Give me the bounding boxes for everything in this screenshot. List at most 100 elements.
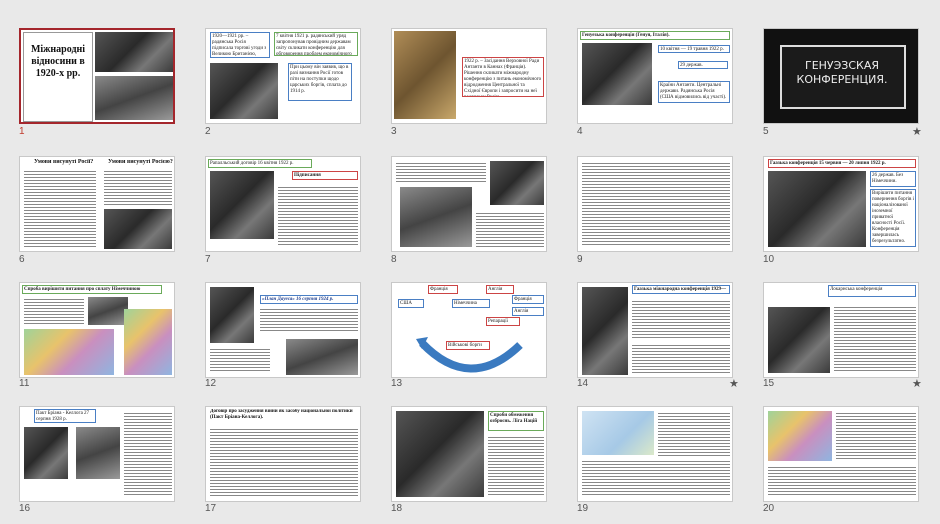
slide-number: 11 [19, 378, 30, 389]
bullet-text [24, 169, 96, 247]
bullet-text [632, 299, 730, 339]
slide-sorter: Міжнародні відносини в 1920-х рр. 1 1920… [0, 0, 940, 524]
node-england: Англія [512, 307, 544, 316]
photo [95, 76, 173, 120]
slide-thumbnail-18[interactable]: Спроби обмеження озброєнь. Ліга Націй [391, 406, 547, 502]
text-block [210, 347, 270, 373]
slide-thumbnail-15[interactable]: Локарнська конференція [763, 282, 919, 378]
photo [210, 171, 274, 239]
slide-thumbnail-9[interactable] [577, 156, 733, 252]
portrait [76, 427, 120, 479]
text-box: 1922 р. – Засідання Верховної Ради Антан… [462, 57, 544, 97]
slide-title: Локарнська конференція [828, 285, 916, 297]
slide-thumbnail-3[interactable]: 1922 р. – Засідання Верховної Ради Антан… [391, 28, 547, 124]
slide-thumbnail-2[interactable]: 1920—1921 рр. – радянська Росія підписал… [205, 28, 361, 124]
photo [400, 187, 472, 247]
transition-icon[interactable]: ★ [912, 377, 922, 390]
slide-number: 13 [391, 378, 403, 389]
slide-thumbnail-6[interactable]: Умови висунуті Росії? Умови висунуті Рос… [19, 156, 175, 252]
map-image [124, 309, 172, 375]
slide-title: Рапалльський договір 16 квітня 1922 р. [208, 159, 312, 168]
text-block [632, 343, 730, 373]
slide-number: 8 [391, 254, 397, 265]
map-image [24, 329, 114, 375]
node-war-debts: Військові борги [446, 341, 490, 350]
slide-number: 18 [391, 503, 403, 514]
slide-number: 10 [763, 254, 775, 265]
text-box: При цьому він заявив, що в разі визнання… [288, 63, 352, 101]
slide-number: 16 [19, 503, 31, 514]
text-box: 1920—1921 рр. – радянська Росія підписал… [210, 32, 270, 58]
slide-thumbnail-7[interactable]: Рапалльський договір 16 квітня 1922 р. П… [205, 156, 361, 252]
label-box: Підписання [292, 171, 358, 180]
text-block [582, 459, 730, 497]
date-box: 10 квітня — 19 травня 1922 р. [658, 45, 730, 53]
node-usa: США [398, 299, 424, 308]
photo [88, 297, 128, 325]
slide-number: 12 [205, 378, 217, 389]
text-block [768, 465, 916, 497]
text-block [24, 297, 84, 325]
slide-title: Гаазька міжнародна конференція 1929—1930… [632, 285, 730, 294]
photo [768, 171, 866, 247]
slide-thumbnail-1[interactable]: Міжнародні відносини в 1920-х рр. [19, 28, 175, 124]
text-block [488, 435, 544, 497]
text-block [396, 161, 486, 183]
bullet-text [104, 169, 172, 205]
map-image [768, 411, 832, 461]
slide-number: 17 [205, 503, 217, 514]
slide-thumbnail-10[interactable]: Гаазька конференція 15 червня — 20 липня… [763, 156, 919, 252]
photo [286, 339, 358, 375]
text-box: 7 квітня 1921 р. радянський уряд запропо… [274, 32, 358, 56]
slide-title: Спроба вирішити питання про сплату Німеч… [22, 285, 162, 294]
text-block [658, 411, 730, 457]
photo [210, 63, 278, 119]
slide-thumbnail-8[interactable] [391, 156, 547, 252]
slide-number: 3 [391, 126, 397, 137]
slide-thumbnail-14[interactable]: Гаазька міжнародна конференція 1929—1930… [577, 282, 733, 378]
portrait [210, 287, 254, 343]
transition-icon[interactable]: ★ [912, 125, 922, 138]
node-france: Франція [428, 285, 458, 294]
count-box: 29 держав. [678, 61, 728, 69]
slide-thumbnail-20[interactable] [763, 406, 919, 502]
document-text [210, 427, 358, 497]
photo [768, 307, 830, 373]
photo [490, 161, 544, 205]
slide-thumbnail-5[interactable]: ГЕНУЭЗСКАЯ КОНФЕРЕНЦИЯ. [763, 28, 919, 124]
text-box: Вирішити питання повернення боргів і нац… [870, 189, 916, 247]
slide-number: 15 [763, 378, 775, 389]
slide-title: Міжнародні відносини в 1920-х рр. [30, 44, 86, 79]
slide-thumbnail-13[interactable]: Франція США Німеччина Англія Репарації Ф… [391, 282, 547, 378]
text-box: Країни Антанти. Центральні держави. Радя… [658, 81, 730, 103]
slide-title: Договір про засудження війни як засобу н… [210, 409, 353, 420]
slide-title: Гаазька конференція 15 червня — 20 липня… [768, 159, 916, 168]
photo [104, 209, 172, 249]
slide-number: 20 [763, 503, 775, 514]
photo [396, 411, 484, 497]
bullet-text [278, 185, 358, 247]
portrait [24, 427, 68, 479]
poster-image [394, 31, 456, 119]
slide-number: 4 [577, 126, 583, 137]
transition-icon[interactable]: ★ [729, 377, 739, 390]
text-block [836, 411, 916, 461]
slide-number: 14 [577, 378, 589, 389]
node-germany: Німеччина [452, 299, 490, 308]
slide-thumbnail-16[interactable]: Пакт Бріана - Келлога 27 серпня 1928 р. [19, 406, 175, 502]
map-image [582, 411, 654, 455]
slide-thumbnail-11[interactable]: Спроба вирішити питання про сплату Німеч… [19, 282, 175, 378]
frame-caption: ГЕНУЭЗСКАЯ КОНФЕРЕНЦИЯ. [796, 59, 888, 86]
slide-thumbnail-17[interactable]: Договір про засудження війни як засобу н… [205, 406, 361, 502]
slide-thumbnail-12[interactable]: «План Дауеса» 16 серпня 1924 р. [205, 282, 361, 378]
node-france: Франція [512, 295, 544, 304]
text-box: Пакт Бріана - Келлога 27 серпня 1928 р. [34, 409, 96, 423]
slide-number: 2 [205, 126, 211, 137]
slide-thumbnail-19[interactable] [577, 406, 733, 502]
text-box: 26 держав. Без Німеччини. [870, 171, 916, 187]
slide-number: 5 [763, 126, 769, 137]
slide-title: «План Дауеса» 16 серпня 1924 р. [260, 295, 358, 304]
slide-number: 1 [19, 126, 25, 137]
slide-thumbnail-4[interactable]: Генуезька конференція (Генуя, Італія). 1… [577, 28, 733, 124]
text-block [124, 411, 172, 497]
